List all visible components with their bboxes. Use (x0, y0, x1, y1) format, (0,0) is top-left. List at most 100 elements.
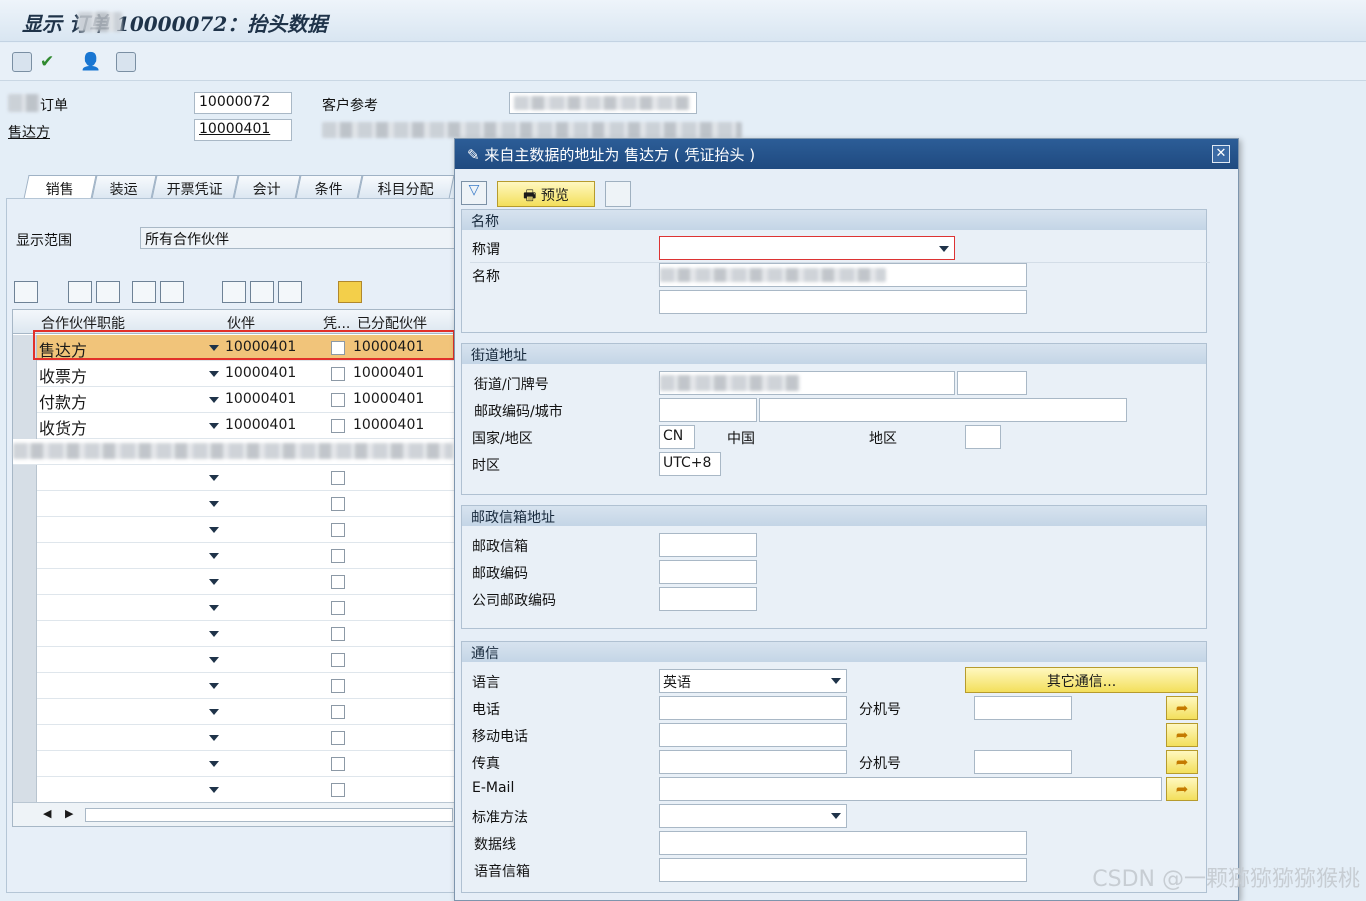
transfer-icon[interactable] (605, 181, 631, 207)
row-checkbox[interactable] (331, 757, 345, 771)
table-row[interactable] (13, 595, 459, 621)
other-communication-button[interactable]: 其它通信... (965, 667, 1198, 693)
refresh-icon[interactable] (222, 281, 246, 303)
copy-icon[interactable] (116, 52, 136, 72)
check-icon[interactable]: ✔ (40, 52, 60, 72)
row-checkbox[interactable] (331, 731, 345, 745)
zoom-icon[interactable] (14, 281, 38, 303)
table-row[interactable]: 收货方 10000401 10000401 (13, 413, 459, 439)
language-select[interactable]: 英语 (659, 669, 847, 693)
phone-more-icon[interactable]: ➦ (1166, 696, 1198, 720)
row-checkbox[interactable] (331, 575, 345, 589)
tab-accounting[interactable]: 会计 (233, 175, 301, 199)
mobile-field[interactable] (659, 723, 847, 747)
email-field[interactable] (659, 777, 1162, 801)
salutation-select[interactable] (659, 236, 955, 260)
chevron-down-icon[interactable] (939, 246, 949, 252)
table-row[interactable]: 付款方 10000401 10000401 (13, 387, 459, 413)
scroll-icon[interactable] (338, 281, 362, 303)
tab-billing[interactable]: 开票凭证 (151, 175, 239, 199)
chevron-down-icon[interactable] (209, 371, 219, 377)
chevron-down-icon[interactable] (209, 787, 219, 793)
po-box-field[interactable] (659, 533, 757, 557)
row-selector[interactable] (13, 699, 37, 725)
table-row[interactable] (13, 751, 459, 777)
chevron-down-icon[interactable] (209, 501, 219, 507)
row-selector[interactable] (13, 595, 37, 621)
row-partner[interactable]: 10000401 (225, 391, 296, 407)
table-row[interactable]: 收票方 10000401 10000401 (13, 361, 459, 387)
region-field[interactable] (965, 425, 1001, 449)
row-checkbox[interactable] (331, 549, 345, 563)
row-selector[interactable] (13, 673, 37, 699)
chevron-down-icon[interactable] (209, 761, 219, 767)
row-selector[interactable] (13, 361, 37, 387)
insert-row-icon[interactable] (68, 281, 92, 303)
row-checkbox[interactable] (331, 367, 345, 381)
user-icon[interactable]: 👤 (80, 52, 101, 72)
scroll-track[interactable] (85, 808, 453, 822)
data-line-field[interactable] (659, 831, 1027, 855)
order-number-field[interactable]: 10000072 (194, 92, 292, 114)
row-selector[interactable] (13, 465, 37, 491)
edit-icon[interactable] (160, 281, 184, 303)
preview-button[interactable]: 🖶 预览 (497, 181, 595, 207)
tab-shipping[interactable]: 装运 (91, 175, 157, 199)
row-selector[interactable] (13, 751, 37, 777)
country-code-field[interactable]: CN (659, 425, 695, 449)
fax-ext-field[interactable] (974, 750, 1072, 774)
chevron-down-icon[interactable] (831, 813, 841, 819)
house-number-field[interactable] (957, 371, 1027, 395)
chevron-down-icon[interactable] (209, 579, 219, 585)
row-checkbox[interactable] (331, 627, 345, 641)
table-row[interactable] (13, 725, 459, 751)
table-row[interactable] (13, 569, 459, 595)
row-checkbox[interactable] (331, 705, 345, 719)
tab-conditions[interactable]: 条件 (295, 175, 363, 199)
table-row[interactable] (13, 543, 459, 569)
address-icon[interactable] (278, 281, 302, 303)
row-checkbox[interactable] (331, 393, 345, 407)
scroll-right-icon[interactable]: ▶ (65, 807, 73, 820)
name-field-2[interactable] (659, 290, 1027, 314)
chevron-down-icon[interactable] (831, 678, 841, 684)
voicemail-field[interactable] (659, 858, 1027, 882)
mobile-more-icon[interactable]: ➦ (1166, 723, 1198, 747)
table-row[interactable] (13, 465, 459, 491)
horizontal-scrollbar[interactable]: ◀ ▶ (13, 802, 457, 826)
row-checkbox[interactable] (331, 601, 345, 615)
fax-field[interactable] (659, 750, 847, 774)
display-other-icon[interactable] (12, 52, 32, 72)
phone-field[interactable] (659, 696, 847, 720)
row-function[interactable]: 付款方 (39, 389, 87, 413)
details-icon[interactable] (132, 281, 156, 303)
table-row[interactable] (13, 517, 459, 543)
table-row[interactable] (13, 439, 459, 465)
row-checkbox[interactable] (331, 653, 345, 667)
row-partner[interactable]: 10000401 (225, 365, 296, 381)
table-row[interactable] (13, 491, 459, 517)
standard-method-select[interactable] (659, 804, 847, 828)
chevron-down-icon[interactable] (209, 605, 219, 611)
row-selector[interactable] (13, 569, 37, 595)
row-checkbox[interactable] (331, 783, 345, 797)
row-checkbox[interactable] (331, 497, 345, 511)
row-selector[interactable] (13, 777, 37, 803)
tab-account-assignment[interactable]: 科目分配 (357, 175, 455, 199)
delete-row-icon[interactable] (96, 281, 120, 303)
row-selector[interactable] (13, 517, 37, 543)
display-range-select[interactable]: 所有合作伙伴 (140, 227, 456, 249)
email-more-icon[interactable]: ➦ (1166, 777, 1198, 801)
table-row[interactable] (13, 621, 459, 647)
soldto-field[interactable]: 10000401 (194, 119, 292, 141)
row-selector[interactable] (13, 491, 37, 517)
row-function[interactable]: 收票方 (39, 363, 87, 387)
row-checkbox[interactable] (331, 523, 345, 537)
row-selector[interactable] (13, 647, 37, 673)
row-selector[interactable] (13, 413, 37, 439)
scroll-left-icon[interactable]: ◀ (43, 807, 51, 820)
postal-code-field[interactable] (659, 398, 757, 422)
row-function[interactable]: 收货方 (39, 415, 87, 439)
table-row[interactable] (13, 673, 459, 699)
table-row[interactable] (13, 777, 459, 803)
